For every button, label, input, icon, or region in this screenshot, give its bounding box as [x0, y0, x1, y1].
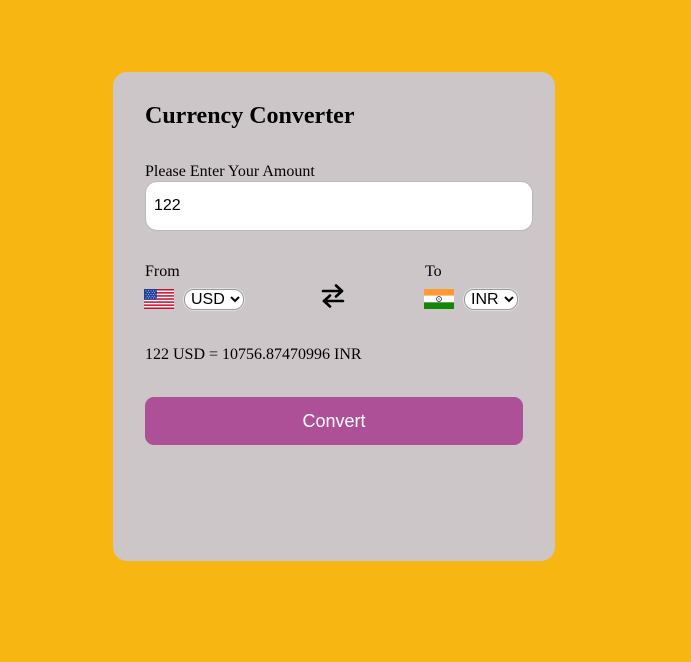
us-flag-icon — [144, 289, 174, 309]
from-currency-select[interactable]: USD — [184, 288, 244, 310]
amount-input[interactable] — [145, 181, 533, 231]
from-currency-group: USD — [144, 284, 244, 314]
from-label: From — [145, 263, 180, 280]
amount-label: Please Enter Your Amount — [145, 163, 315, 180]
converter-card: Currency Converter Please Enter Your Amo… — [113, 72, 555, 561]
convert-button[interactable]: Convert — [145, 397, 523, 445]
to-currency-group: INR — [424, 284, 518, 314]
page-title: Currency Converter — [145, 103, 355, 129]
india-flag-icon — [424, 289, 454, 309]
to-currency-select[interactable]: INR — [464, 288, 518, 310]
conversion-result: 122 USD = 10756.87470996 INR — [145, 346, 362, 363]
swap-arrows-icon[interactable] — [320, 283, 346, 309]
to-label: To — [425, 263, 442, 280]
